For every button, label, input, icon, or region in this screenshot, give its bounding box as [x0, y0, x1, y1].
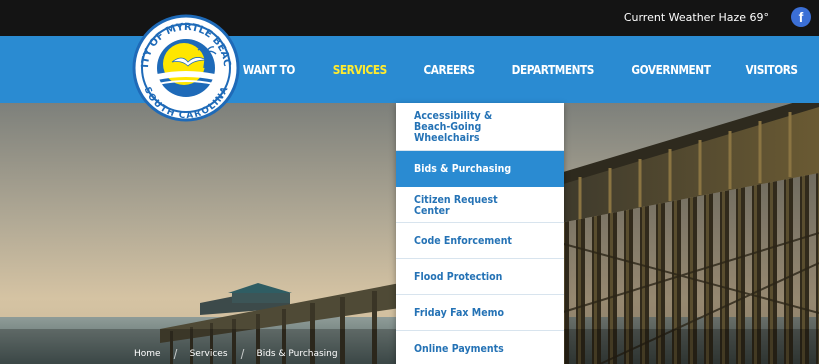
menu-item-online-payments[interactable]: Online Payments — [396, 331, 564, 364]
menu-item-label: Friday Fax Memo — [414, 306, 504, 319]
breadcrumb: Home Services Bids & Purchasing — [134, 349, 338, 359]
breadcrumb-home[interactable]: Home — [134, 349, 161, 359]
menu-item-friday-fax-memo[interactable]: Friday Fax Memo — [396, 295, 564, 331]
city-seal-icon: CITY OF MYRTLE BEACH SOUTH CAROLINA — [128, 6, 240, 122]
breadcrumb-separator — [240, 349, 244, 359]
menu-item-label: Bids & Purchasing — [414, 162, 512, 175]
nav-i-want-to[interactable]: I WANT TO — [236, 63, 295, 77]
services-dropdown-menu: Accessibility & Beach-Going Wheelchairs … — [396, 103, 564, 364]
menu-item-bids-purchasing[interactable]: Bids & Purchasing — [396, 151, 564, 187]
breadcrumb-current: Bids & Purchasing — [256, 349, 338, 359]
breadcrumb-services[interactable]: Services — [190, 349, 228, 359]
main-navigation-bar: I WANT TO SERVICES CAREERS DEPARTMENTS G… — [0, 36, 819, 103]
nav-services[interactable]: SERVICES — [333, 63, 388, 77]
menu-item-label: Flood Protection — [414, 270, 503, 283]
page: Current Weather Haze 69° f I WANT TO SER… — [0, 0, 819, 364]
nav-government[interactable]: GOVERNMENT — [631, 63, 711, 77]
menu-item-label: Accessibility & Beach-Going Wheelchairs — [414, 109, 493, 144]
nav-careers[interactable]: CAREERS — [424, 63, 476, 77]
current-weather: Current Weather Haze 69° — [623, 11, 769, 24]
city-logo[interactable]: CITY OF MYRTLE BEACH SOUTH CAROLINA — [128, 6, 240, 122]
menu-item-label: Citizen Request Center — [414, 192, 498, 217]
menu-item-label: Online Payments — [414, 342, 504, 355]
nav-departments[interactable]: DEPARTMENTS — [512, 63, 595, 77]
menu-item-code-enforcement[interactable]: Code Enforcement — [396, 223, 564, 259]
nav-visitors[interactable]: VISITORS — [745, 63, 797, 77]
menu-item-flood-protection[interactable]: Flood Protection — [396, 259, 564, 295]
main-nav: I WANT TO SERVICES CAREERS DEPARTMENTS G… — [232, 36, 819, 103]
menu-item-citizen-request-center[interactable]: Citizen Request Center — [396, 187, 564, 223]
menu-item-label: Code Enforcement — [414, 234, 512, 247]
utility-bar: Current Weather Haze 69° f — [0, 0, 819, 36]
menu-item-accessibility-wheelchairs[interactable]: Accessibility & Beach-Going Wheelchairs — [396, 103, 564, 151]
facebook-icon[interactable]: f — [791, 7, 811, 27]
breadcrumb-separator — [173, 349, 177, 359]
